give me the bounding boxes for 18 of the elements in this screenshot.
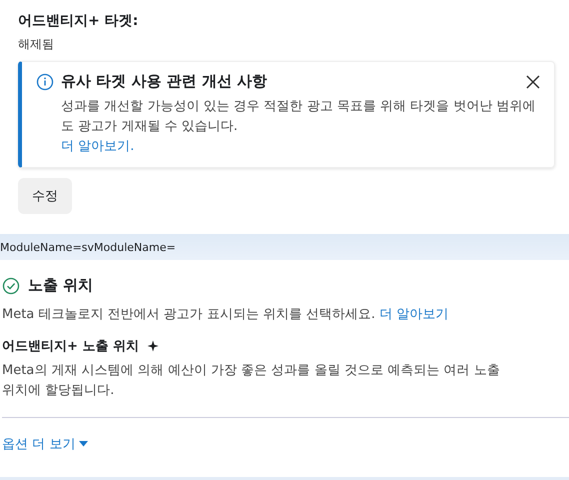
targeting-label: 어드밴티지+ 타겟: [18, 12, 140, 30]
edit-button[interactable]: 수정 [18, 178, 72, 214]
notice-body: 성과를 개선할 가능성이 있는 경우 적절한 광고 목표를 위해 타겟을 벗어난 범위에도 광고가 게재될 수 있습니다. [61, 98, 536, 136]
section-title: 노출 위치 [28, 276, 94, 295]
close-icon[interactable] [526, 74, 540, 88]
subsection-title: 어드밴티지+ 노출 위치 [2, 338, 139, 355]
targeting-value: 해제됨 [18, 36, 55, 53]
debug-banner: ModuleName=svModuleName= [0, 234, 569, 260]
section-description: Meta 테크놀로지 전반에서 광고가 표시되는 위치를 선택하세요. [2, 307, 376, 322]
notice-title: 유사 타겟 사용 관련 개선 사항 [61, 72, 268, 91]
caret-icon [79, 441, 88, 447]
check-circle-icon [2, 276, 20, 294]
subsection-description: Meta의 게재 시스템에 의해 예산이 가장 좋은 성과를 올릴 것으로 예측되는 여러 노출 위치에 할당됩니다. [2, 362, 501, 400]
learn-more-link[interactable]: 더 알아보기 [379, 307, 448, 322]
more-options-link[interactable]: 옵션 더 보기 [2, 435, 88, 453]
sparkle-icon [146, 340, 159, 352]
info-icon [36, 72, 54, 90]
learn-more-link[interactable]: 더 알아보기. [61, 137, 134, 157]
